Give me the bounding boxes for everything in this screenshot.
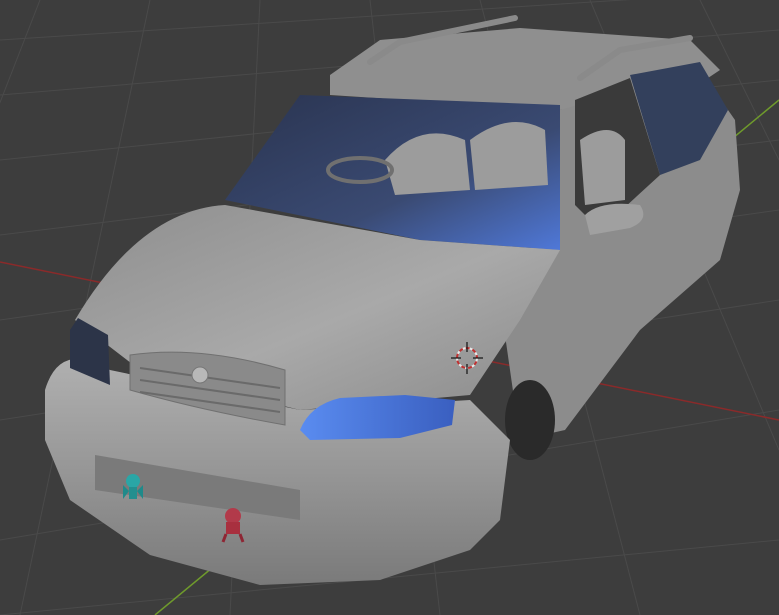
grille-emblem	[191, 366, 209, 384]
front-wheel	[505, 380, 555, 460]
3d-viewport[interactable]	[0, 0, 779, 615]
car-model[interactable]	[45, 15, 740, 585]
viewport-canvas[interactable]	[0, 0, 779, 615]
